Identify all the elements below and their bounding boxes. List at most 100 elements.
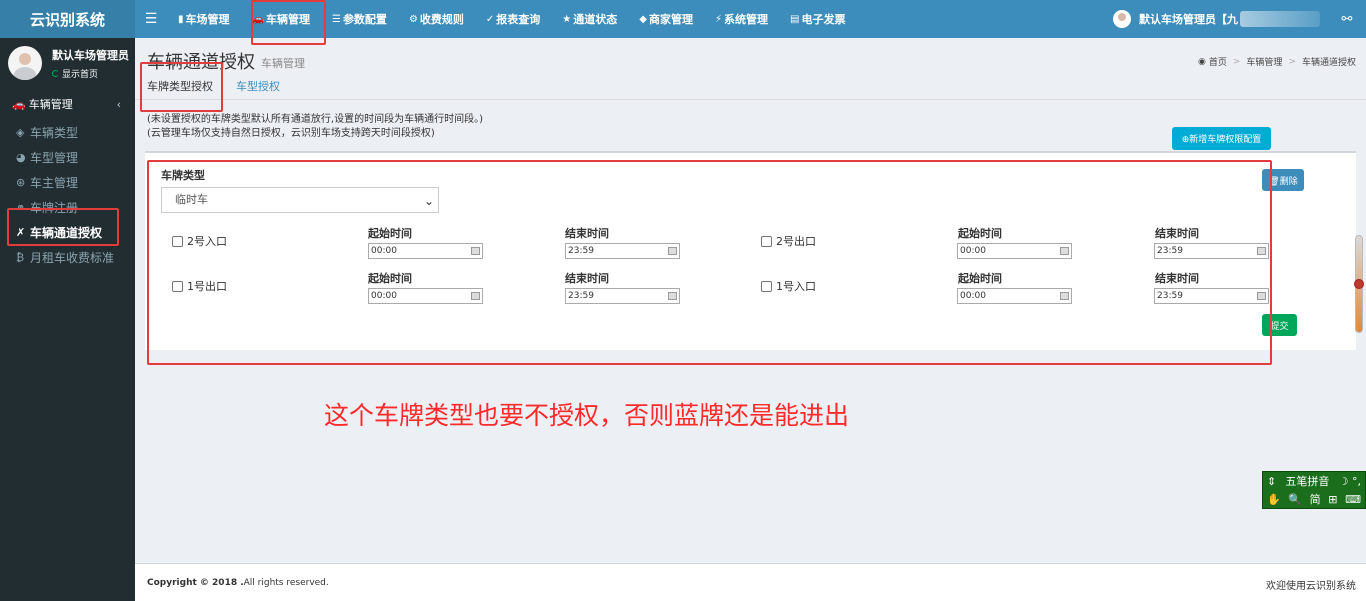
car-icon: 🚗 [12,97,26,111]
user-avatar-small [1113,10,1131,28]
start-time-label: 起始时间 [958,272,1002,285]
status-icon [52,69,59,77]
user-panel: 默认车场管理员 显示首页 [0,38,135,88]
start-time-label: 起始时间 [368,272,412,285]
end-time-label: 结束时间 [565,227,609,240]
end-time-input[interactable]: 23:59 [565,243,680,259]
slider-knob[interactable] [1354,279,1364,289]
end-time-label: 结束时间 [1155,272,1199,285]
parking-icon: ▮ [178,13,184,25]
annotation-text: 这个车牌类型也要不授权，否则蓝牌还是能进出 [324,401,850,430]
breadcrumb-vehicle[interactable]: 车辆管理 [1246,55,1282,68]
tab-bar: 车牌类型授权 车型授权 [135,70,1366,100]
channel-checkbox[interactable]: 1号入口 [761,278,816,294]
tab-model-auth[interactable]: 车型授权 [236,78,280,94]
simplified-label[interactable]: 简 [1310,491,1321,507]
star-icon: ★ [562,13,572,25]
sidebar-item-plate-register[interactable]: ⚭ 车牌注册 [0,195,135,220]
gear-icon: ⚙ [408,13,418,25]
page-header: 车辆通道授权 车辆管理 ◉ 首页 > 车辆管理 > 车辆通道授权 [135,38,1366,73]
auth-panel: 车牌类型 临时车 ⌄ 🗑删除 2号入口 起始时间 00:00 结束时间 23:5… [145,151,1356,350]
nav-reports[interactable]: ✓ 报表查询 [475,0,551,38]
end-time-input[interactable]: 23:59 [1154,243,1269,259]
channel-checkbox[interactable]: 2号出口 [761,233,816,249]
start-time-input[interactable]: 00:00 [957,288,1072,304]
end-time-input[interactable]: 23:59 [565,288,680,304]
end-time-input[interactable]: 23:59 [1154,288,1269,304]
hand-icon[interactable]: ✋ [1267,493,1281,506]
sidebar-item-owner[interactable]: ⊛ 车主管理 [0,170,135,195]
sidebar-user-name: 默认车场管理员 [52,48,129,62]
sidebar: 默认车场管理员 显示首页 🚗 车辆管理 ‹ ◈ 车辆类型 ◕ 车型管理 ⊛ 车主管理 … [0,38,135,601]
calendar-icon[interactable] [471,247,480,255]
volume-slider[interactable] [1354,235,1364,333]
footer: Copyright © 2018 .All rights reserved. 欢… [135,563,1366,601]
calendar-icon[interactable] [1060,292,1069,300]
sidebar-item-model[interactable]: ◕ 车型管理 [0,145,135,170]
top-header: 云识别系统 ☰ ▮ 车场管理 🚗 车辆管理 ☰ 参数配置 ⚙ 收费规则 ✓ 报表查询 ★ 通… [0,0,1366,38]
breadcrumb-home[interactable]: 首页 [1209,55,1227,68]
bolt-icon: ⚡ [714,13,722,25]
sliders-icon: ☰ [331,13,341,25]
sidebar-item-vehicle-type[interactable]: ◈ 车辆类型 [0,120,135,145]
submit-button[interactable]: 提交 [1262,314,1297,336]
header-right: 默认车场管理员【九 ⚯ [1113,0,1366,38]
plate-type-select[interactable]: 临时车 ⌄ [161,187,439,213]
dashboard-icon: ◉ [1198,56,1206,67]
sidebar-section-vehicle[interactable]: 🚗 车辆管理 ‹ [0,92,135,116]
life-ring-icon: ⊛ [16,176,26,189]
calendar-icon[interactable] [668,247,677,255]
tab-plate-type-auth[interactable]: 车牌类型授权 [147,78,213,94]
app-logo[interactable]: 云识别系统 [0,0,135,38]
nav-parameter-config[interactable]: ☰ 参数配置 [321,0,398,38]
nav-vehicle-management[interactable]: 🚗 车辆管理 [241,0,321,38]
calendar-icon[interactable] [668,292,677,300]
chevron-down-icon: ⌄ [423,194,434,208]
channel-checkbox[interactable]: 2号入口 [172,233,227,249]
sidebar-item-channel-auth[interactable]: ✗ 车辆通道授权 [0,220,135,245]
footer-welcome: 欢迎使用云识别系统 [1266,581,1356,592]
ime-mode-label[interactable]: 五笔拼音 [1285,473,1329,489]
plate-type-label: 车牌类型 [161,169,205,182]
nav-merchant[interactable]: ◆ 商家管理 [628,0,704,38]
grid-icon[interactable]: ⊞ [1328,493,1337,506]
cube-icon: ◈ [16,126,25,139]
nav-channel-status[interactable]: ★ 通道状态 [551,0,628,38]
user-menu[interactable]: 默认车场管理员【九 [1113,10,1332,28]
start-time-input[interactable]: 00:00 [368,288,483,304]
calendar-icon[interactable] [1257,247,1266,255]
avatar [8,46,42,80]
moon-icon[interactable]: ☽ °, [1339,475,1361,488]
search-icon[interactable]: 🔍 [1288,493,1302,506]
sidebar-toggle-icon[interactable]: ☰ [135,11,167,27]
start-time-input[interactable]: 00:00 [368,243,483,259]
tag-icon: ◆ [639,13,647,25]
check-icon: ✓ [485,13,495,25]
bitcoin-icon: ₿ [16,251,25,264]
sidebar-user-status[interactable]: 显示首页 [52,67,129,80]
plane-icon: ✗ [16,226,26,239]
start-time-input[interactable]: 00:00 [957,243,1072,259]
breadcrumb-current: 车辆通道授权 [1301,58,1356,68]
channel-checkbox[interactable]: 1号出口 [172,278,227,294]
delete-button[interactable]: 🗑删除 [1262,169,1304,191]
nav-e-invoice[interactable]: ▤ 电子发票 [779,0,856,38]
sidebar-item-monthly-fee[interactable]: ₿ 月租车收费标准 [0,245,135,270]
calendar-icon[interactable] [1060,247,1069,255]
expand-icon[interactable]: ⇕ [1267,475,1276,488]
add-plate-auth-button[interactable]: ⊕新增车牌权限配置 [1172,127,1271,150]
main-content: 车辆通道授权 车辆管理 ◉ 首页 > 车辆管理 > 车辆通道授权 车牌类型授权 … [135,38,1366,563]
calendar-icon[interactable] [471,292,480,300]
nav-system[interactable]: ⚡ 系统管理 [704,0,779,38]
ime-toolbar[interactable]: ⇕ 五笔拼音 ☽ °, ✋ 🔍 简 ⊞ ⌨ [1262,471,1366,509]
start-time-label: 起始时间 [368,227,412,240]
calendar-icon[interactable] [1257,292,1266,300]
nav-fee-rules[interactable]: ⚙ 收费规则 [398,0,475,38]
chevron-left-icon: ‹ [116,97,121,111]
nav-parking-lot[interactable]: ▮ 车场管理 [167,0,241,38]
sidebar-menu: ◈ 车辆类型 ◕ 车型管理 ⊛ 车主管理 ⚭ 车牌注册 ✗ 车辆通道授权 ₿ 月租车收费标准 [0,120,135,270]
link-icon: ⚭ [16,201,26,214]
share-icon[interactable]: ⚯ [1332,12,1362,27]
keyboard-icon[interactable]: ⌨ [1345,493,1361,506]
page-subtitle: 车辆管理 [261,57,305,70]
